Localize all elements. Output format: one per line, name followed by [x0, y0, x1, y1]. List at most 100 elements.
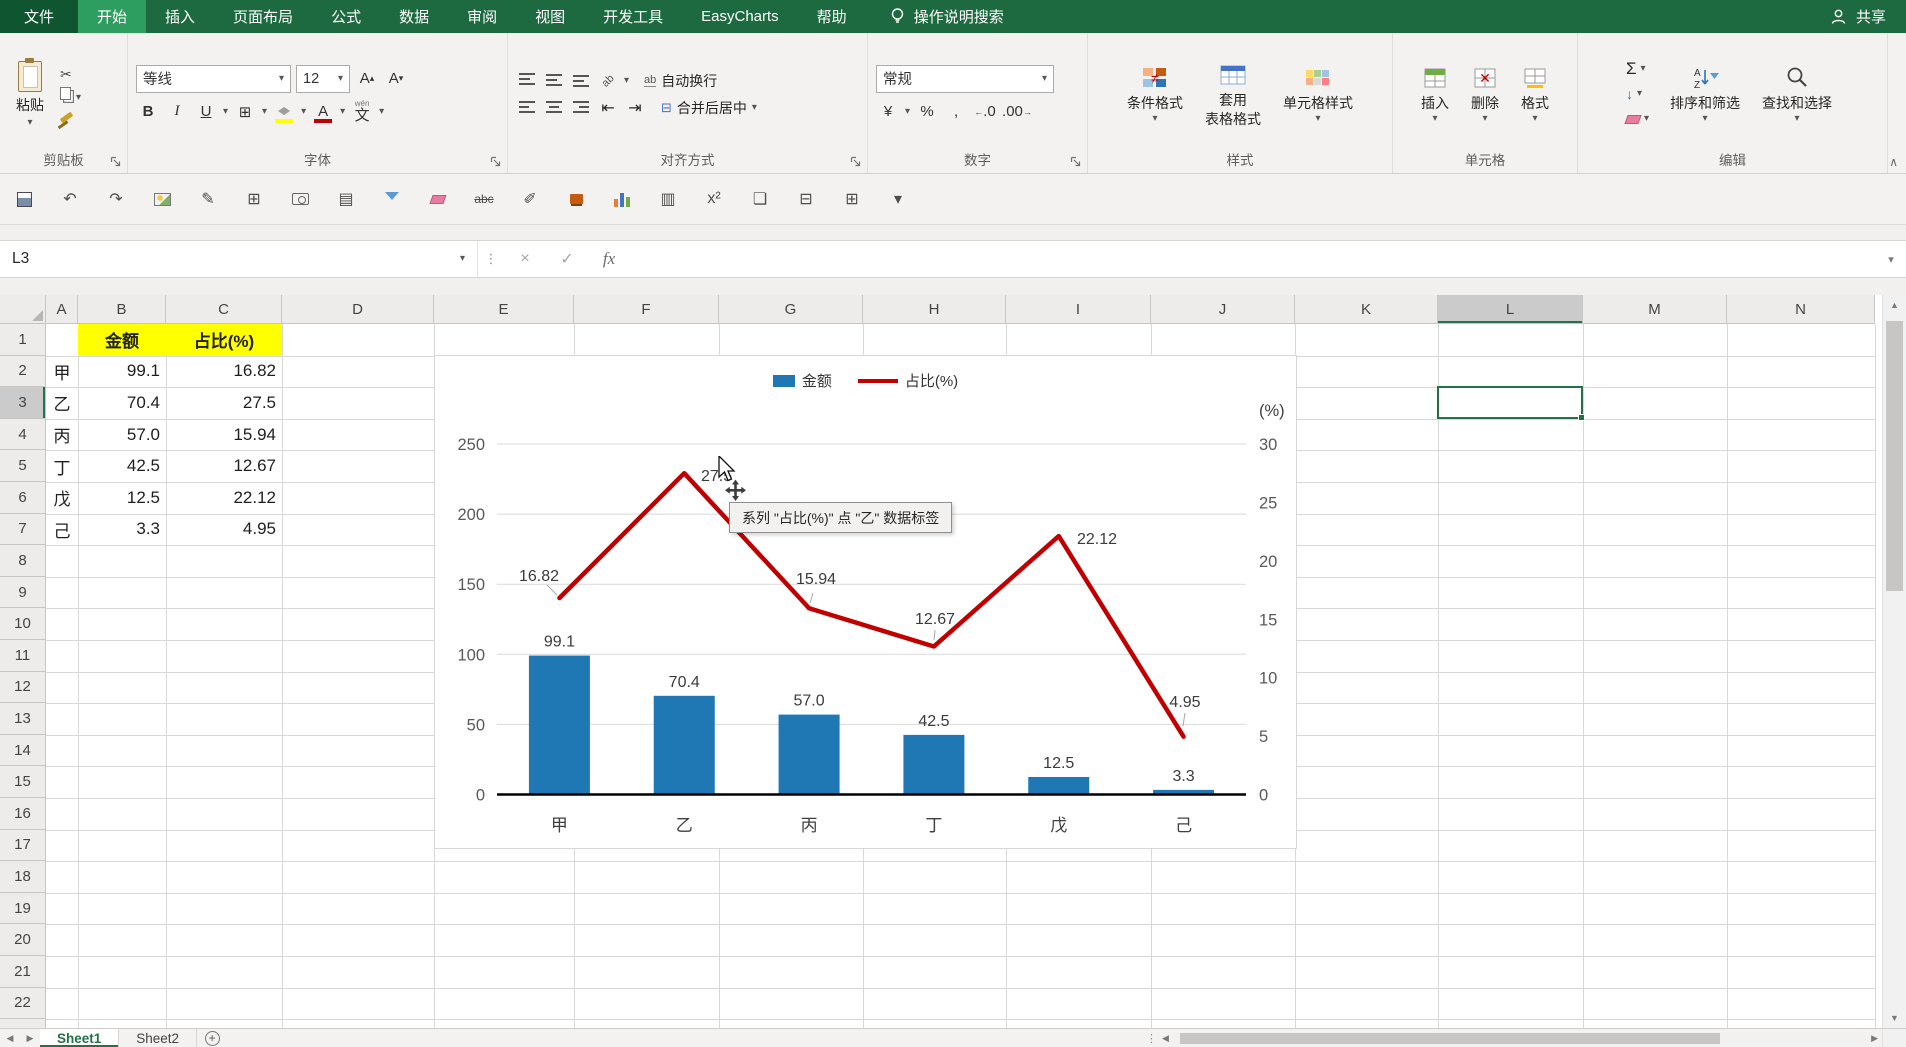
row-header-15[interactable]: 15: [0, 766, 46, 798]
row-header-12[interactable]: 12: [0, 671, 46, 704]
share-button[interactable]: 共享: [1830, 0, 1906, 33]
name-box-dropdown-arrow[interactable]: ▾: [460, 254, 465, 264]
align-center-button[interactable]: [543, 98, 565, 118]
ribbon-tab-数据[interactable]: 数据: [380, 0, 448, 33]
left-axis-tick-label[interactable]: 50: [467, 716, 485, 734]
column-header-D[interactable]: D: [282, 295, 434, 324]
sheet-tab-Sheet2[interactable]: Sheet2: [119, 1029, 198, 1047]
cell-A6[interactable]: 戊: [46, 482, 78, 514]
formula-bar-splitter[interactable]: ⋮: [478, 241, 504, 277]
add-table-icon[interactable]: ⊞: [244, 188, 264, 210]
font-dialog-launcher[interactable]: [490, 155, 503, 168]
borders-button[interactable]: ⊞: [233, 100, 257, 124]
borders-icon[interactable]: ⊞: [842, 188, 862, 210]
row-header-5[interactable]: 5: [0, 450, 46, 482]
strikethrough-icon[interactable]: abc: [474, 188, 494, 210]
category-label-戊[interactable]: 戊: [1050, 816, 1067, 835]
underline-dropdown-arrow[interactable]: ▾: [223, 106, 228, 117]
column-header-E[interactable]: E: [434, 295, 574, 324]
formula-input[interactable]: [630, 241, 1876, 277]
right-axis-tick-label[interactable]: 0: [1259, 787, 1268, 805]
column-header-L[interactable]: L: [1438, 295, 1583, 324]
accounting-dropdown-arrow[interactable]: ▾: [905, 106, 910, 117]
copy-button[interactable]: ▾: [60, 86, 81, 103]
column-header-I[interactable]: I: [1006, 295, 1151, 324]
cell-C6[interactable]: 22.12: [166, 482, 282, 514]
increase-font-size-button[interactable]: A ▴: [355, 67, 379, 91]
alignment-dialog-launcher[interactable]: [850, 155, 863, 168]
paste-dropdown-arrow[interactable]: ▾: [27, 117, 32, 128]
column-header-K[interactable]: K: [1295, 295, 1438, 324]
row-header-11[interactable]: 11: [0, 640, 46, 672]
align-left-button[interactable]: [516, 98, 538, 118]
undo-icon[interactable]: ↶: [60, 188, 80, 210]
scroll-left-arrow[interactable]: ◀: [1162, 1033, 1169, 1044]
find-select-button[interactable]: 查找和选择 ▾: [1755, 62, 1839, 126]
row-header-23[interactable]: 23: [0, 1019, 46, 1028]
row-header-7[interactable]: 7: [0, 513, 46, 546]
clear-button[interactable]: ▾: [1624, 108, 1649, 130]
vertical-scroll-thumb[interactable]: [1886, 321, 1903, 591]
row-header-6[interactable]: 6: [0, 482, 46, 514]
right-axis-tick-label[interactable]: 10: [1259, 670, 1277, 688]
align-bottom-button[interactable]: [570, 71, 592, 91]
line-data-label-戊[interactable]: 22.12: [1077, 531, 1117, 548]
bar-data-label-丁[interactable]: 42.5: [918, 713, 949, 730]
cell-C3[interactable]: 27.5: [166, 387, 282, 419]
phonetic-guide-button[interactable]: wén 文: [350, 100, 374, 124]
cell-C2[interactable]: 16.82: [166, 356, 282, 388]
row-header-4[interactable]: 4: [0, 418, 46, 451]
number-dialog-launcher[interactable]: [1070, 155, 1083, 168]
left-axis-tick-label[interactable]: 200: [457, 506, 485, 524]
column-header-A[interactable]: A: [46, 295, 78, 324]
accounting-format-button[interactable]: ¥: [876, 100, 900, 124]
row-header-20[interactable]: 20: [0, 924, 46, 956]
new-sheet-button[interactable]: +: [197, 1029, 227, 1047]
category-label-丁[interactable]: 丁: [925, 816, 942, 835]
borders-dropdown-arrow[interactable]: ▾: [262, 106, 267, 117]
percent-style-button[interactable]: %: [915, 100, 939, 124]
row-header-14[interactable]: 14: [0, 734, 46, 767]
right-axis-tick-label[interactable]: 30: [1259, 436, 1277, 454]
qat-more-icon[interactable]: ▾: [888, 188, 908, 210]
cell-A3[interactable]: 乙: [46, 387, 78, 419]
cell-C7[interactable]: 4.95: [166, 514, 282, 546]
cell-B6[interactable]: 12.5: [78, 482, 166, 514]
vertical-scrollbar[interactable]: ▲ ▼: [1882, 295, 1906, 1028]
column-header-B[interactable]: B: [78, 295, 166, 324]
row-header-22[interactable]: 22: [0, 987, 46, 1020]
legend-item-占比(%)[interactable]: 占比(%): [857, 370, 958, 391]
clipboard-dialog-launcher[interactable]: [110, 155, 123, 168]
tell-me-search[interactable]: 操作说明搜索: [874, 0, 1020, 33]
ribbon-tab-开发工具[interactable]: 开发工具: [584, 0, 682, 33]
column-header-H[interactable]: H: [863, 295, 1006, 324]
ribbon-tab-帮助[interactable]: 帮助: [798, 0, 866, 33]
scroll-down-arrow[interactable]: ▼: [1883, 1008, 1906, 1028]
left-axis-tick-label[interactable]: 150: [457, 576, 485, 594]
left-axis-tick-label[interactable]: 250: [457, 436, 485, 454]
font-name-select[interactable]: 等线 ▾: [136, 64, 291, 93]
ribbon-tab-EasyCharts[interactable]: EasyCharts: [682, 0, 798, 33]
row-header-2[interactable]: 2: [0, 355, 46, 388]
horizontal-scroll-thumb[interactable]: [1179, 1032, 1720, 1044]
ribbon-tab-文件[interactable]: 文件: [0, 0, 79, 33]
cell-C5[interactable]: 12.67: [166, 450, 282, 482]
category-label-丙[interactable]: 丙: [801, 816, 818, 835]
category-label-甲[interactable]: 甲: [551, 816, 568, 835]
delete-cells-button[interactable]: ✕ 删除 ▾: [1464, 62, 1506, 126]
chart-legend[interactable]: 金额 占比(%): [435, 370, 1296, 391]
ribbon-tab-插入[interactable]: 插入: [146, 0, 214, 33]
next-sheet-arrow[interactable]: ▶: [20, 1029, 40, 1047]
fill-color-button[interactable]: [272, 100, 296, 124]
row-header-17[interactable]: 17: [0, 829, 46, 862]
italic-button[interactable]: I: [165, 100, 189, 124]
row-header-10[interactable]: 10: [0, 608, 46, 640]
column-header-M[interactable]: M: [1583, 295, 1727, 324]
cell-C4[interactable]: 15.94: [166, 419, 282, 451]
row-header-1[interactable]: 1: [0, 324, 46, 356]
line-data-label-己[interactable]: 4.95: [1169, 694, 1200, 711]
collapse-ribbon-button[interactable]: ∧: [1889, 155, 1898, 169]
row-header-19[interactable]: 19: [0, 892, 46, 925]
bold-button[interactable]: B: [136, 100, 160, 124]
bar-戊[interactable]: [1028, 776, 1090, 795]
